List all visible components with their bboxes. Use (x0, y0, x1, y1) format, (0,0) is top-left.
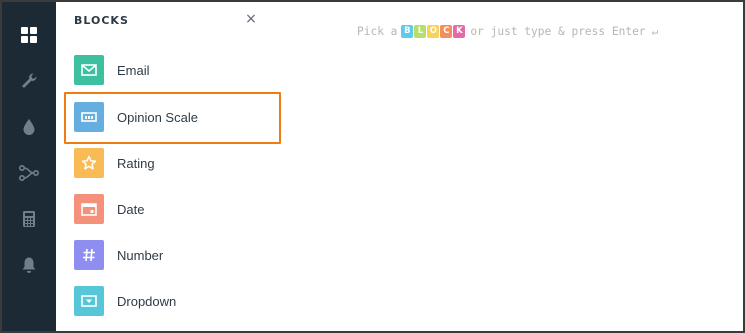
block-item-opinion-scale[interactable]: Opinion Scale (74, 101, 274, 133)
blocks-grid-icon[interactable] (2, 12, 56, 58)
panel-title: BLOCKS (74, 14, 129, 27)
hint-suffix: or just type & press Enter (470, 24, 646, 38)
block-item-number[interactable]: Number (74, 239, 274, 271)
block-label: Dropdown (117, 293, 177, 309)
block-label: Date (117, 201, 145, 217)
logic-branch-icon[interactable] (2, 150, 56, 196)
bell-icon[interactable] (2, 242, 56, 288)
block-item-dropdown[interactable]: Dropdown (74, 285, 274, 317)
enter-key-icon: ↵ (651, 24, 659, 38)
drop-icon[interactable] (2, 104, 56, 150)
block-label: Rating (117, 155, 155, 171)
input-hint: Pick a B L O C K or just type & press En… (357, 23, 658, 39)
calendar-icon (74, 194, 104, 224)
email-icon (74, 55, 104, 85)
hash-icon (74, 240, 104, 270)
block-label: Email (117, 62, 150, 78)
wrench-icon[interactable] (2, 58, 56, 104)
block-item-email[interactable]: Email (74, 54, 274, 86)
block-label: Number (117, 247, 164, 263)
badge-letter: B (401, 24, 414, 38)
calculator-icon[interactable] (2, 196, 56, 242)
close-icon[interactable]: × (242, 10, 260, 28)
block-badge: B L O C K (401, 24, 466, 38)
hint-prefix: Pick a (357, 24, 398, 38)
badge-letter: K (453, 24, 466, 38)
badge-letter: C (440, 24, 453, 38)
dropdown-icon (74, 286, 104, 316)
badge-letter: O (427, 24, 440, 38)
opinion-scale-icon (74, 102, 104, 132)
block-label: Opinion Scale (117, 109, 198, 125)
badge-letter: L (414, 24, 427, 38)
builder-window: BLOCKS × Email Opinion Scale Rating Date… (0, 0, 745, 333)
left-toolbar (2, 2, 56, 331)
blocks-panel: BLOCKS × Email Opinion Scale Rating Date… (56, 2, 276, 331)
star-icon (74, 148, 104, 178)
block-item-date[interactable]: Date (74, 193, 274, 225)
block-item-rating[interactable]: Rating (74, 147, 274, 179)
